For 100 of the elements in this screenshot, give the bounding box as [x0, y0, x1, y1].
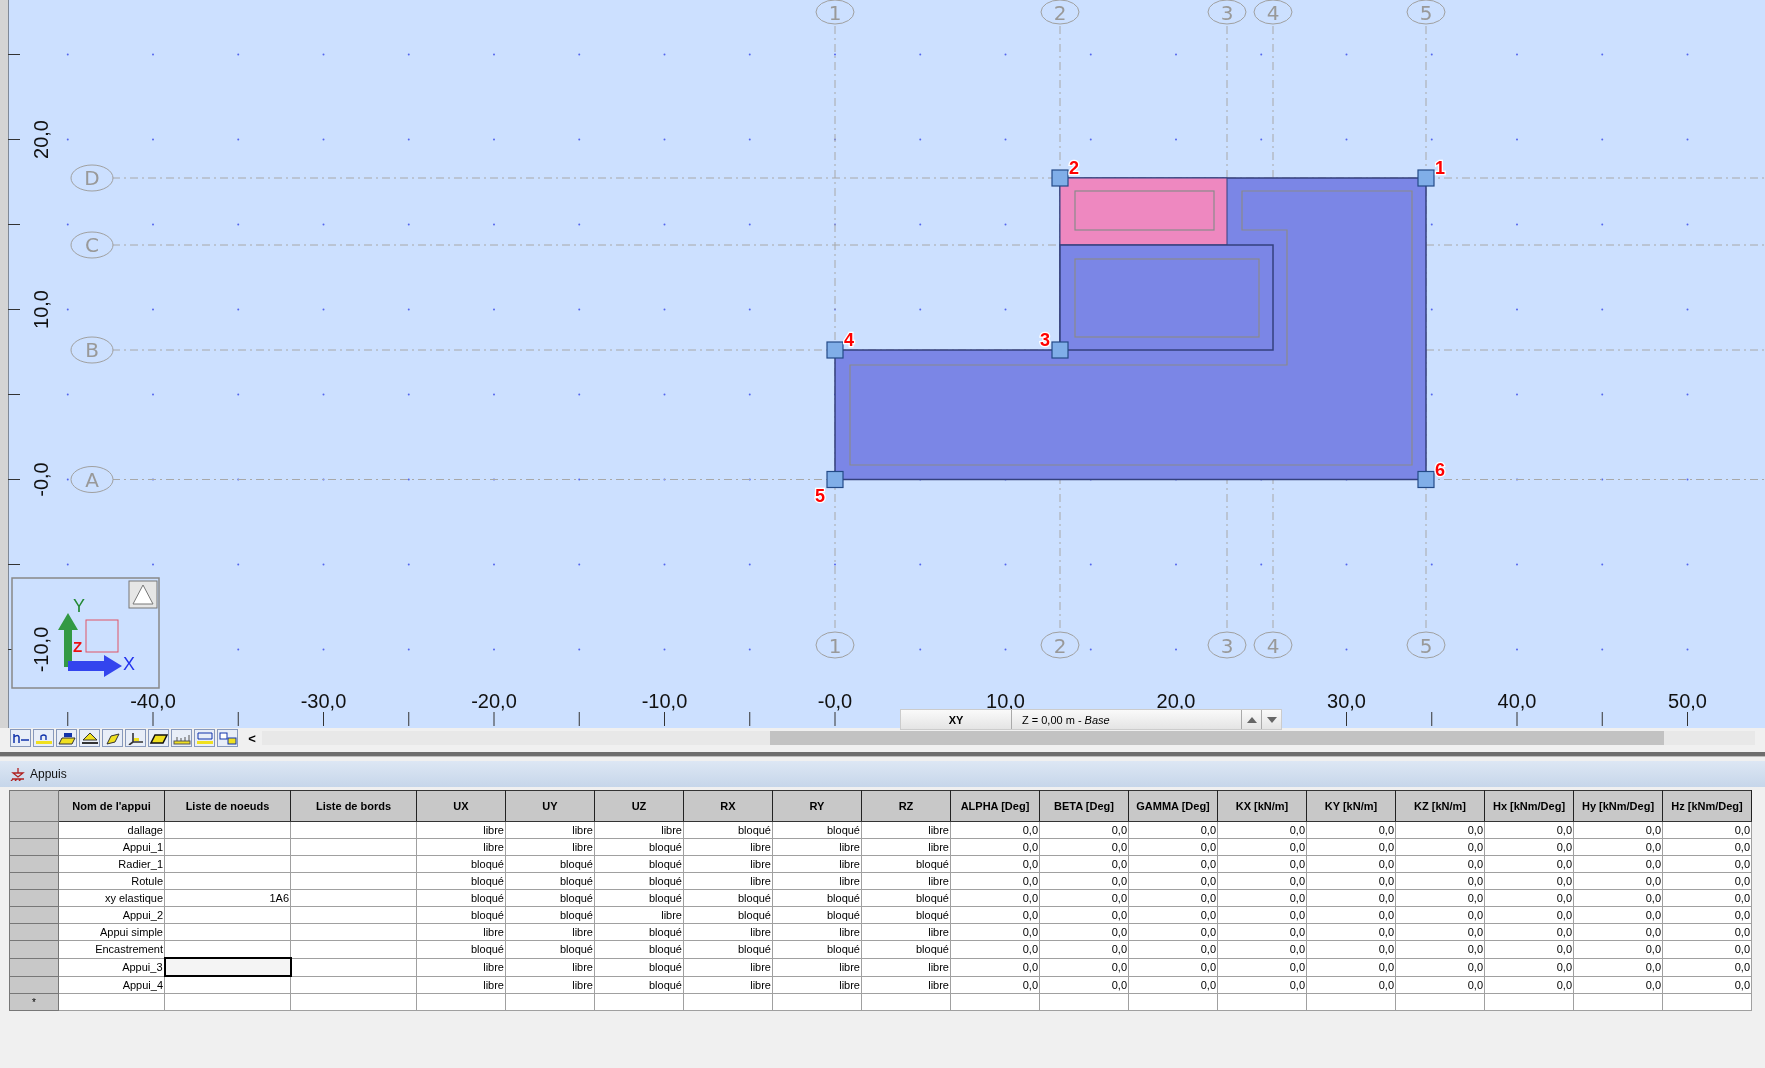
node-marker[interactable] [1051, 169, 1069, 187]
node-marker[interactable] [1417, 470, 1435, 489]
table-cell: 0,0 [1662, 940, 1752, 958]
table-cell: 0,0 [1573, 872, 1663, 890]
toolbar-button[interactable] [56, 729, 77, 747]
table-cell: 0,0 [1128, 821, 1218, 839]
up-caret-icon [1246, 716, 1257, 723]
table-cell: 0,0 [1484, 821, 1574, 839]
table-cell: 0,0 [1039, 976, 1129, 994]
toolbar-button[interactable] [148, 729, 169, 747]
table-cell: bloqué [772, 821, 862, 839]
table-cell: bloqué [594, 872, 684, 890]
table-cell[interactable] [164, 923, 291, 941]
table-cell: 0,0 [1039, 906, 1129, 924]
table-cell: Radier_1 [58, 855, 165, 873]
axis-tick-label: 40,0 [1497, 690, 1537, 712]
table-cell[interactable] [164, 821, 291, 839]
column-header[interactable]: Hx [kNm/Deg] [1484, 790, 1574, 822]
axes-icon [126, 731, 145, 745]
table-cell: 0,0 [1662, 906, 1752, 924]
scroll-left-button[interactable]: < [244, 730, 260, 746]
axis-tick-label: 30,0 [1327, 690, 1366, 712]
z-axis-label: Z [73, 638, 83, 655]
table-cell: Appui simple [58, 923, 165, 941]
toolbar-button[interactable] [102, 729, 123, 747]
table-cell: 0,0 [1484, 958, 1574, 976]
table-cell: 0,0 [1128, 976, 1218, 994]
axis-tick-label: -30,0 [300, 690, 347, 712]
axis-tick-label: 20,0 [1156, 690, 1196, 712]
column-header[interactable]: KX [kN/m] [1217, 790, 1307, 822]
column-header[interactable]: ALPHA [Deg] [950, 790, 1040, 822]
horizontal-scrollbar[interactable] [262, 731, 1755, 745]
column-header[interactable]: Liste de bords [290, 790, 417, 822]
column-header[interactable]: BETA [Deg] [1039, 790, 1129, 822]
table-cell: 0,0 [1662, 838, 1752, 856]
table-cell: bloqué [772, 906, 862, 924]
grid-icon [218, 731, 237, 745]
number-scale-icon [195, 731, 214, 745]
column-header[interactable]: Hy [kNm/Deg] [1573, 790, 1663, 822]
table-cell: 0,0 [1306, 940, 1396, 958]
column-header[interactable]: RZ [861, 790, 951, 822]
table-cell: 0,0 [950, 855, 1040, 873]
column-header[interactable]: Hz [kNm/Deg] [1662, 790, 1752, 822]
column-header[interactable]: Nom de l'appui [58, 790, 165, 822]
column-header[interactable]: KZ [kN/m] [1395, 790, 1485, 822]
table-cell: 0,0 [1573, 838, 1663, 856]
table-cell: 0,0 [1039, 940, 1129, 958]
view-plane-label[interactable]: XY [901, 710, 1012, 729]
column-header[interactable]: KY [kN/m] [1306, 790, 1396, 822]
table-cell: 0,0 [1662, 923, 1752, 941]
view-square-icon [85, 619, 119, 653]
table-cell: 0,0 [1217, 958, 1307, 976]
column-header[interactable]: RY [772, 790, 862, 822]
level-label[interactable]: Z = 0,00 m - Base [1012, 710, 1241, 729]
column-header[interactable]: UY [505, 790, 595, 822]
table-cell[interactable] [164, 958, 291, 976]
scrollbar-thumb[interactable] [770, 731, 1664, 745]
column-header[interactable]: RX [683, 790, 773, 822]
splitter[interactable] [0, 752, 1765, 757]
table-cell: libre [861, 958, 951, 976]
rotate-up-button[interactable] [128, 580, 158, 609]
node-label: 3 [1040, 330, 1050, 350]
table-cell: 0,0 [950, 940, 1040, 958]
node-marker[interactable] [1417, 169, 1435, 187]
grid-axis-label: 2 [1040, 0, 1080, 25]
table-cell[interactable] [164, 976, 291, 994]
table-cell: 0,0 [1484, 838, 1574, 856]
support-icon [10, 767, 26, 781]
table-cell: bloqué [594, 976, 684, 994]
table-cell: libre [683, 976, 773, 994]
table-cell[interactable] [164, 906, 291, 924]
table-cell[interactable] [164, 838, 291, 856]
node-label: 1 [1435, 158, 1445, 178]
table-cell[interactable]: 1A6 [164, 889, 291, 907]
table-cell: 0,0 [1039, 855, 1129, 873]
table-cell: 0,0 [1662, 958, 1752, 976]
column-header[interactable]: Liste de noeuds [164, 790, 291, 822]
column-header[interactable]: GAMMA [Deg] [1128, 790, 1218, 822]
toolbar-button[interactable] [125, 729, 146, 747]
table-cell: 0,0 [1128, 958, 1218, 976]
table-cell: 0,0 [1217, 976, 1307, 994]
corner-header [9, 790, 59, 822]
node-marker[interactable] [826, 470, 844, 489]
node-marker[interactable] [826, 341, 844, 359]
table-cell: 0,0 [1395, 923, 1485, 941]
column-header[interactable]: UX [416, 790, 506, 822]
table-cell: 0,0 [1217, 872, 1307, 890]
table-cell: 0,0 [1128, 872, 1218, 890]
table-cell: 0,0 [1217, 855, 1307, 873]
table-cell: 0,0 [1662, 976, 1752, 994]
node-marker[interactable] [1051, 341, 1069, 359]
table-cell[interactable] [164, 872, 291, 890]
table-cell: 0,0 [1306, 976, 1396, 994]
x-axis-arrow [68, 655, 122, 677]
toolbar-button[interactable] [79, 729, 100, 747]
table-cell: Appui_2 [58, 906, 165, 924]
grid-axis-label: 3 [1207, 631, 1247, 659]
column-header[interactable]: UZ [594, 790, 684, 822]
table-cell[interactable] [164, 855, 291, 873]
table-cell: libre [861, 923, 951, 941]
